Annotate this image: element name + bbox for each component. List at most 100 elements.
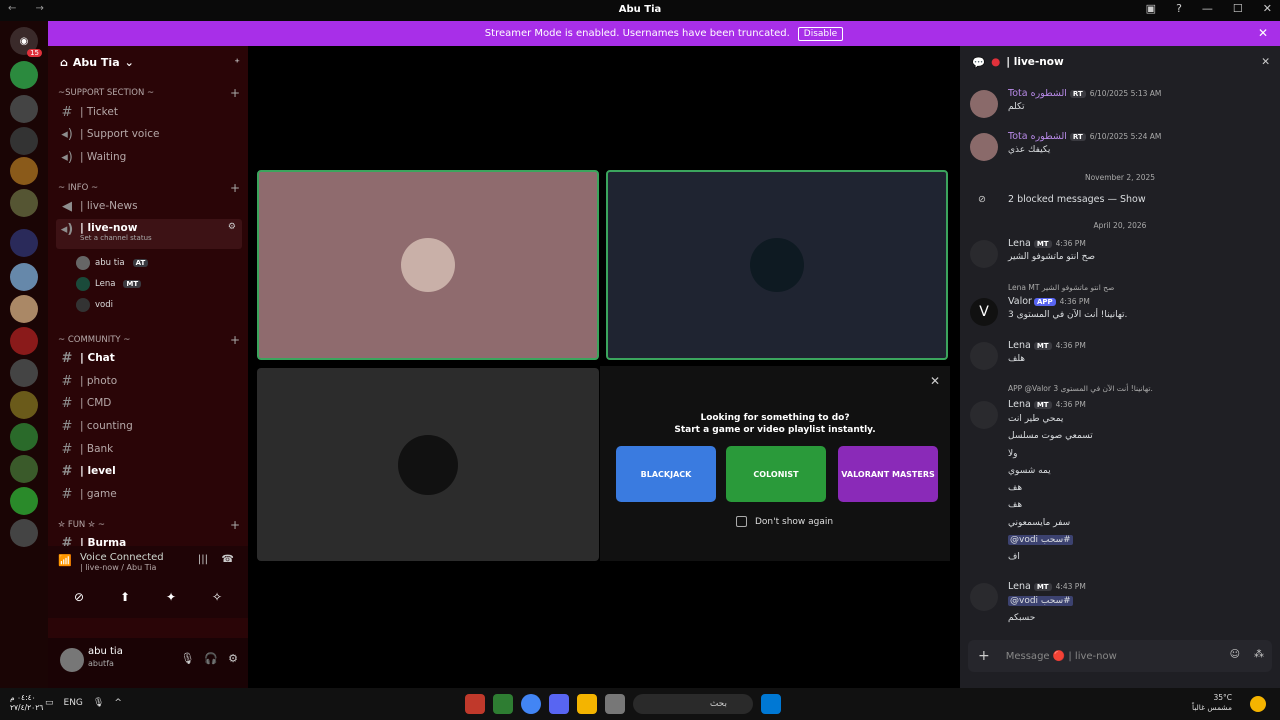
close-icon[interactable]: ✕: [930, 374, 940, 388]
channel-counting[interactable]: # | counting: [56, 416, 242, 436]
excel-icon[interactable]: [493, 694, 513, 714]
message[interactable]: Lena MT 4:36 PM صح انتو ماتشوفو الشير: [970, 238, 1270, 278]
avatar[interactable]: [60, 648, 84, 672]
headphones-icon[interactable]: 🎧: [204, 652, 218, 665]
message[interactable]: Lena MT 4:43 PM @vodi سحب# حسبكم: [970, 581, 1270, 623]
activity-card-colonist[interactable]: COLONIST: [726, 446, 826, 502]
add-channel-icon[interactable]: +: [230, 181, 240, 195]
server-icon[interactable]: [10, 519, 38, 547]
add-user-icon[interactable]: ⁺: [234, 56, 240, 69]
channel-waiting[interactable]: ◂) | Waiting: [56, 147, 242, 167]
category-support[interactable]: ~SUPPORT SECTION ~ +: [58, 86, 240, 100]
voice-status[interactable]: Voice Connected: [58, 552, 238, 563]
server-icon[interactable]: [10, 455, 38, 483]
avatar[interactable]: [970, 342, 998, 370]
server-header[interactable]: ⌂ Abu Tia ⌄ ⁺: [48, 46, 248, 78]
server-icon[interactable]: [10, 127, 38, 155]
camera-off-icon[interactable]: ⊘: [59, 590, 99, 612]
discord-icon[interactable]: [549, 694, 569, 714]
add-attachment-icon[interactable]: +: [978, 648, 990, 664]
screen-share-icon[interactable]: ⬆: [105, 590, 145, 612]
weather[interactable]: 35°C مشمس غالباً: [1192, 693, 1232, 713]
server-icon[interactable]: [10, 487, 38, 515]
server-icon[interactable]: [10, 229, 38, 257]
avatar[interactable]: [970, 90, 998, 118]
message[interactable]: Lena MT 4:36 PM يمحي طير انت تسمعي صوت مسل…: [970, 399, 1270, 574]
channel-level[interactable]: # | level: [56, 461, 242, 481]
lang-indicator[interactable]: ENG: [64, 698, 83, 708]
battery-icon[interactable]: ▭: [45, 698, 54, 708]
server-icon[interactable]: [10, 95, 38, 123]
app-icon[interactable]: [605, 694, 625, 714]
category-community[interactable]: ~ COMMUNITY ~ +: [58, 333, 240, 347]
start-icon[interactable]: [761, 694, 781, 714]
category-fun[interactable]: ✮ FUN ✮ ~ +: [58, 518, 240, 532]
avatar[interactable]: V: [970, 298, 998, 326]
noise-suppression-icon[interactable]: |||: [198, 554, 208, 565]
avatar[interactable]: [970, 240, 998, 268]
add-channel-icon[interactable]: +: [230, 333, 240, 347]
soundboard-icon[interactable]: ✧: [197, 590, 237, 612]
server-icon[interactable]: [10, 327, 38, 355]
participant-tile[interactable]: [606, 170, 948, 360]
avatar[interactable]: [970, 583, 998, 611]
avatar[interactable]: [970, 401, 998, 429]
message[interactable]: V Valor APP 4:36 PM تهانينا! أنت الآن في ا…: [970, 296, 1270, 336]
apps-icon[interactable]: ⁂: [1254, 649, 1264, 660]
server-icon[interactable]: [10, 189, 38, 217]
message-input[interactable]: + Message 🔴 | live-now ☺ ⁂: [968, 640, 1272, 672]
channel-cmd[interactable]: # | CMD: [56, 393, 242, 413]
server-icon[interactable]: [10, 359, 38, 387]
add-channel-icon[interactable]: +: [230, 518, 240, 532]
participant-tile[interactable]: [257, 170, 599, 360]
message[interactable]: Lena MT 4:36 PM هلف: [970, 340, 1270, 380]
disable-button[interactable]: Disable: [797, 26, 844, 41]
channel-ticket[interactable]: # | Ticket: [56, 102, 242, 122]
weather-icon[interactable]: [1250, 696, 1266, 712]
channel-photo[interactable]: # | photo: [56, 371, 242, 391]
reply-preview[interactable]: APP @Valor تهانينا! أنت الآن في المستوى …: [1008, 384, 1153, 393]
activity-icon[interactable]: ✦: [151, 590, 191, 612]
channel-support-voice[interactable]: ◂) | Support voice: [56, 124, 242, 144]
microphone-icon[interactable]: 🎙: [93, 698, 104, 708]
author[interactable]: Tota الشطوره RT 6/10/2025 5:24 AM: [1008, 131, 1161, 142]
voice-user[interactable]: Lena MT: [76, 277, 142, 291]
gear-icon[interactable]: ⚙: [228, 652, 238, 665]
help-icon[interactable]: ?: [1176, 2, 1182, 15]
server-icon[interactable]: [10, 295, 38, 323]
activity-card-valorant[interactable]: VALORANT MASTERS: [838, 446, 938, 502]
author[interactable]: Lena MT 4:43 PM: [1008, 581, 1086, 592]
dont-show-again-checkbox[interactable]: Don't show again: [736, 516, 833, 527]
chevron-up-icon[interactable]: ^: [114, 698, 122, 708]
server-icon[interactable]: [10, 61, 38, 89]
category-info[interactable]: ~ INFO ~ +: [58, 181, 240, 195]
settings-icon[interactable]: ⚙: [228, 222, 236, 232]
inbox-icon[interactable]: ▣: [1146, 2, 1156, 15]
server-icon[interactable]: [10, 423, 38, 451]
chrome-icon[interactable]: [521, 694, 541, 714]
author[interactable]: Valor APP 4:36 PM: [1008, 296, 1090, 307]
close-button[interactable]: ✕: [1263, 2, 1272, 15]
participant-tile[interactable]: [257, 368, 599, 561]
channel-live-news[interactable]: ◀ | live-News: [56, 196, 242, 216]
voice-location[interactable]: | live-now / Abu Tia: [58, 563, 238, 572]
voice-user[interactable]: vodi: [76, 298, 113, 312]
channel-bank[interactable]: # | Bank: [56, 439, 242, 459]
close-icon[interactable]: ✕: [1258, 26, 1268, 40]
server-icon[interactable]: [10, 263, 38, 291]
reply-preview[interactable]: Lena MT صح انتو ماتشوفو الشير: [1008, 283, 1114, 292]
server-icon[interactable]: [10, 391, 38, 419]
maximize-button[interactable]: ☐: [1233, 2, 1243, 15]
clock[interactable]: ٠٤:٤٠ م ٢٧/٤/٢٠٢٦: [10, 693, 43, 713]
microphone-icon[interactable]: 🎙: [180, 652, 194, 665]
voice-user[interactable]: abu tia AT: [76, 256, 149, 270]
add-channel-icon[interactable]: +: [230, 86, 240, 100]
activity-card-blackjack[interactable]: BLACKJACK: [616, 446, 716, 502]
avatar[interactable]: [970, 133, 998, 161]
channel-live-now[interactable]: ◂) | live-now Set a channel status ⚙: [56, 219, 242, 249]
blocked-messages[interactable]: ⊘ 2 blocked messages — Show: [970, 194, 1270, 210]
author[interactable]: Lena MT 4:36 PM: [1008, 399, 1086, 410]
close-icon[interactable]: ✕: [1261, 56, 1270, 68]
explorer-icon[interactable]: [577, 694, 597, 714]
emoji-icon[interactable]: ☺: [1230, 649, 1240, 660]
